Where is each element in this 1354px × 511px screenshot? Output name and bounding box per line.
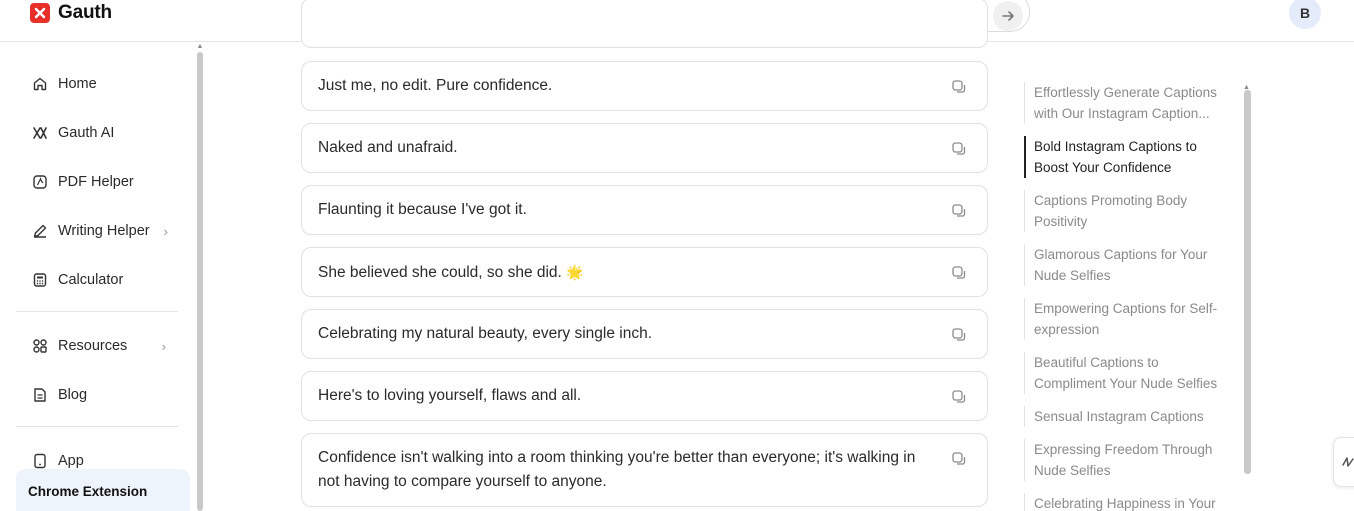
sidebar-item-label: Blog (58, 387, 88, 403)
scroll-up-arrow-icon[interactable]: ▲ (196, 43, 204, 50)
caption-card: Flaunting it because I've got it. (301, 185, 988, 235)
sidebar-item-label: Gauth AI (58, 125, 115, 141)
sidebar-item-label: Writing Helper (58, 223, 150, 239)
toc-item[interactable]: Effortlessly Generate Captions with Our … (1024, 82, 1234, 124)
sidebar-item-gauth-ai[interactable]: Gauth AI (32, 121, 114, 145)
toc-scrollbar[interactable] (1244, 90, 1251, 474)
chevron-right-icon: › (161, 338, 166, 354)
sidebar-item-label: Home (58, 76, 97, 92)
toc-item[interactable]: Expressing Freedom Through Nude Selfies (1024, 439, 1234, 481)
copy-icon[interactable] (951, 203, 967, 219)
copy-icon[interactable] (951, 79, 967, 95)
phone-icon (32, 453, 48, 469)
brand-name: Gauth (58, 2, 112, 23)
toc-item[interactable]: Empowering Captions for Self-expression (1024, 298, 1234, 340)
pen-icon (32, 223, 48, 239)
grid-icon (32, 338, 48, 354)
toc-item-active[interactable]: Bold Instagram Captions to Boost Your Co… (1024, 136, 1234, 178)
sidebar-item-pdf-helper[interactable]: PDF Helper (32, 170, 134, 194)
caption-text: Confidence isn't walking into a room thi… (318, 449, 916, 490)
toc-item[interactable]: Sensual Instagram Captions (1024, 406, 1234, 427)
sidebar-item-label: App (58, 453, 84, 469)
user-avatar[interactable]: B (1289, 0, 1321, 29)
submit-question-button[interactable] (993, 1, 1023, 31)
sidebar-divider (16, 426, 178, 427)
sidebar-item-calculator[interactable]: Calculator (32, 268, 123, 292)
caption-card-partial (301, 0, 988, 48)
squiggle-icon (1342, 457, 1354, 467)
caption-text: She believed she could, so she did. (318, 264, 562, 281)
sidebar-item-writing-helper[interactable]: Writing Helper › (32, 219, 168, 243)
toc-item[interactable]: Celebrating Happiness in Your (1024, 493, 1234, 511)
left-sidebar: Home Gauth AI PDF Helper Writing Helper … (0, 42, 196, 511)
sidebar-divider (16, 311, 178, 312)
pdf-icon (32, 174, 48, 190)
caption-card: Confidence isn't walking into a room thi… (301, 433, 988, 507)
copy-icon[interactable] (951, 327, 967, 343)
caption-text: Naked and unafraid. (318, 139, 458, 156)
promo-title: Chrome Extension (28, 484, 148, 499)
sidebar-item-label: Resources (58, 338, 128, 354)
caption-card: She believed she could, so she did. 🌟 (301, 247, 988, 297)
chevron-right-icon: › (163, 223, 168, 239)
caption-text: Celebrating my natural beauty, every sin… (318, 325, 652, 342)
arrow-right-icon (1002, 11, 1014, 21)
brand-logo[interactable]: Gauth (30, 2, 112, 24)
floating-tool-button[interactable] (1333, 437, 1354, 487)
caption-text: Just me, no edit. Pure confidence. (318, 77, 553, 94)
caption-text: Here's to loving yourself, flaws and all… (318, 387, 582, 404)
caption-card: Here's to loving yourself, flaws and all… (301, 371, 988, 421)
caption-card: Just me, no edit. Pure confidence. (301, 61, 988, 111)
copy-icon[interactable] (951, 389, 967, 405)
copy-icon[interactable] (951, 141, 967, 157)
sidebar-item-resources[interactable]: Resources › (32, 334, 166, 358)
gauth-ai-icon (32, 125, 48, 141)
caption-card: Naked and unafraid. (301, 123, 988, 173)
toc-item[interactable]: Captions Promoting Body Positivity (1024, 190, 1234, 232)
calculator-icon (32, 272, 48, 288)
caption-text: Flaunting it because I've got it. (318, 201, 527, 218)
toc-item[interactable]: Beautiful Captions to Compliment Your Nu… (1024, 352, 1234, 394)
chrome-extension-promo[interactable]: Chrome Extension (16, 469, 190, 511)
sidebar-scrollbar[interactable] (197, 52, 203, 511)
sidebar-item-label: Calculator (58, 272, 124, 288)
copy-icon[interactable] (951, 265, 967, 281)
sidebar-item-home[interactable]: Home (32, 72, 97, 96)
sidebar-item-label: PDF Helper (58, 174, 134, 190)
home-icon (32, 76, 48, 92)
gauth-logo-icon (30, 3, 50, 23)
caption-text-row: She believed she could, so she did. 🌟 (318, 260, 584, 285)
sidebar-item-blog[interactable]: Blog (32, 383, 87, 407)
glowing-star-emoji: 🌟 (566, 264, 584, 280)
blog-icon (32, 387, 48, 403)
toc-item[interactable]: Glamorous Captions for Your Nude Selfies (1024, 244, 1234, 286)
copy-icon[interactable] (951, 451, 967, 467)
caption-card: Celebrating my natural beauty, every sin… (301, 309, 988, 359)
